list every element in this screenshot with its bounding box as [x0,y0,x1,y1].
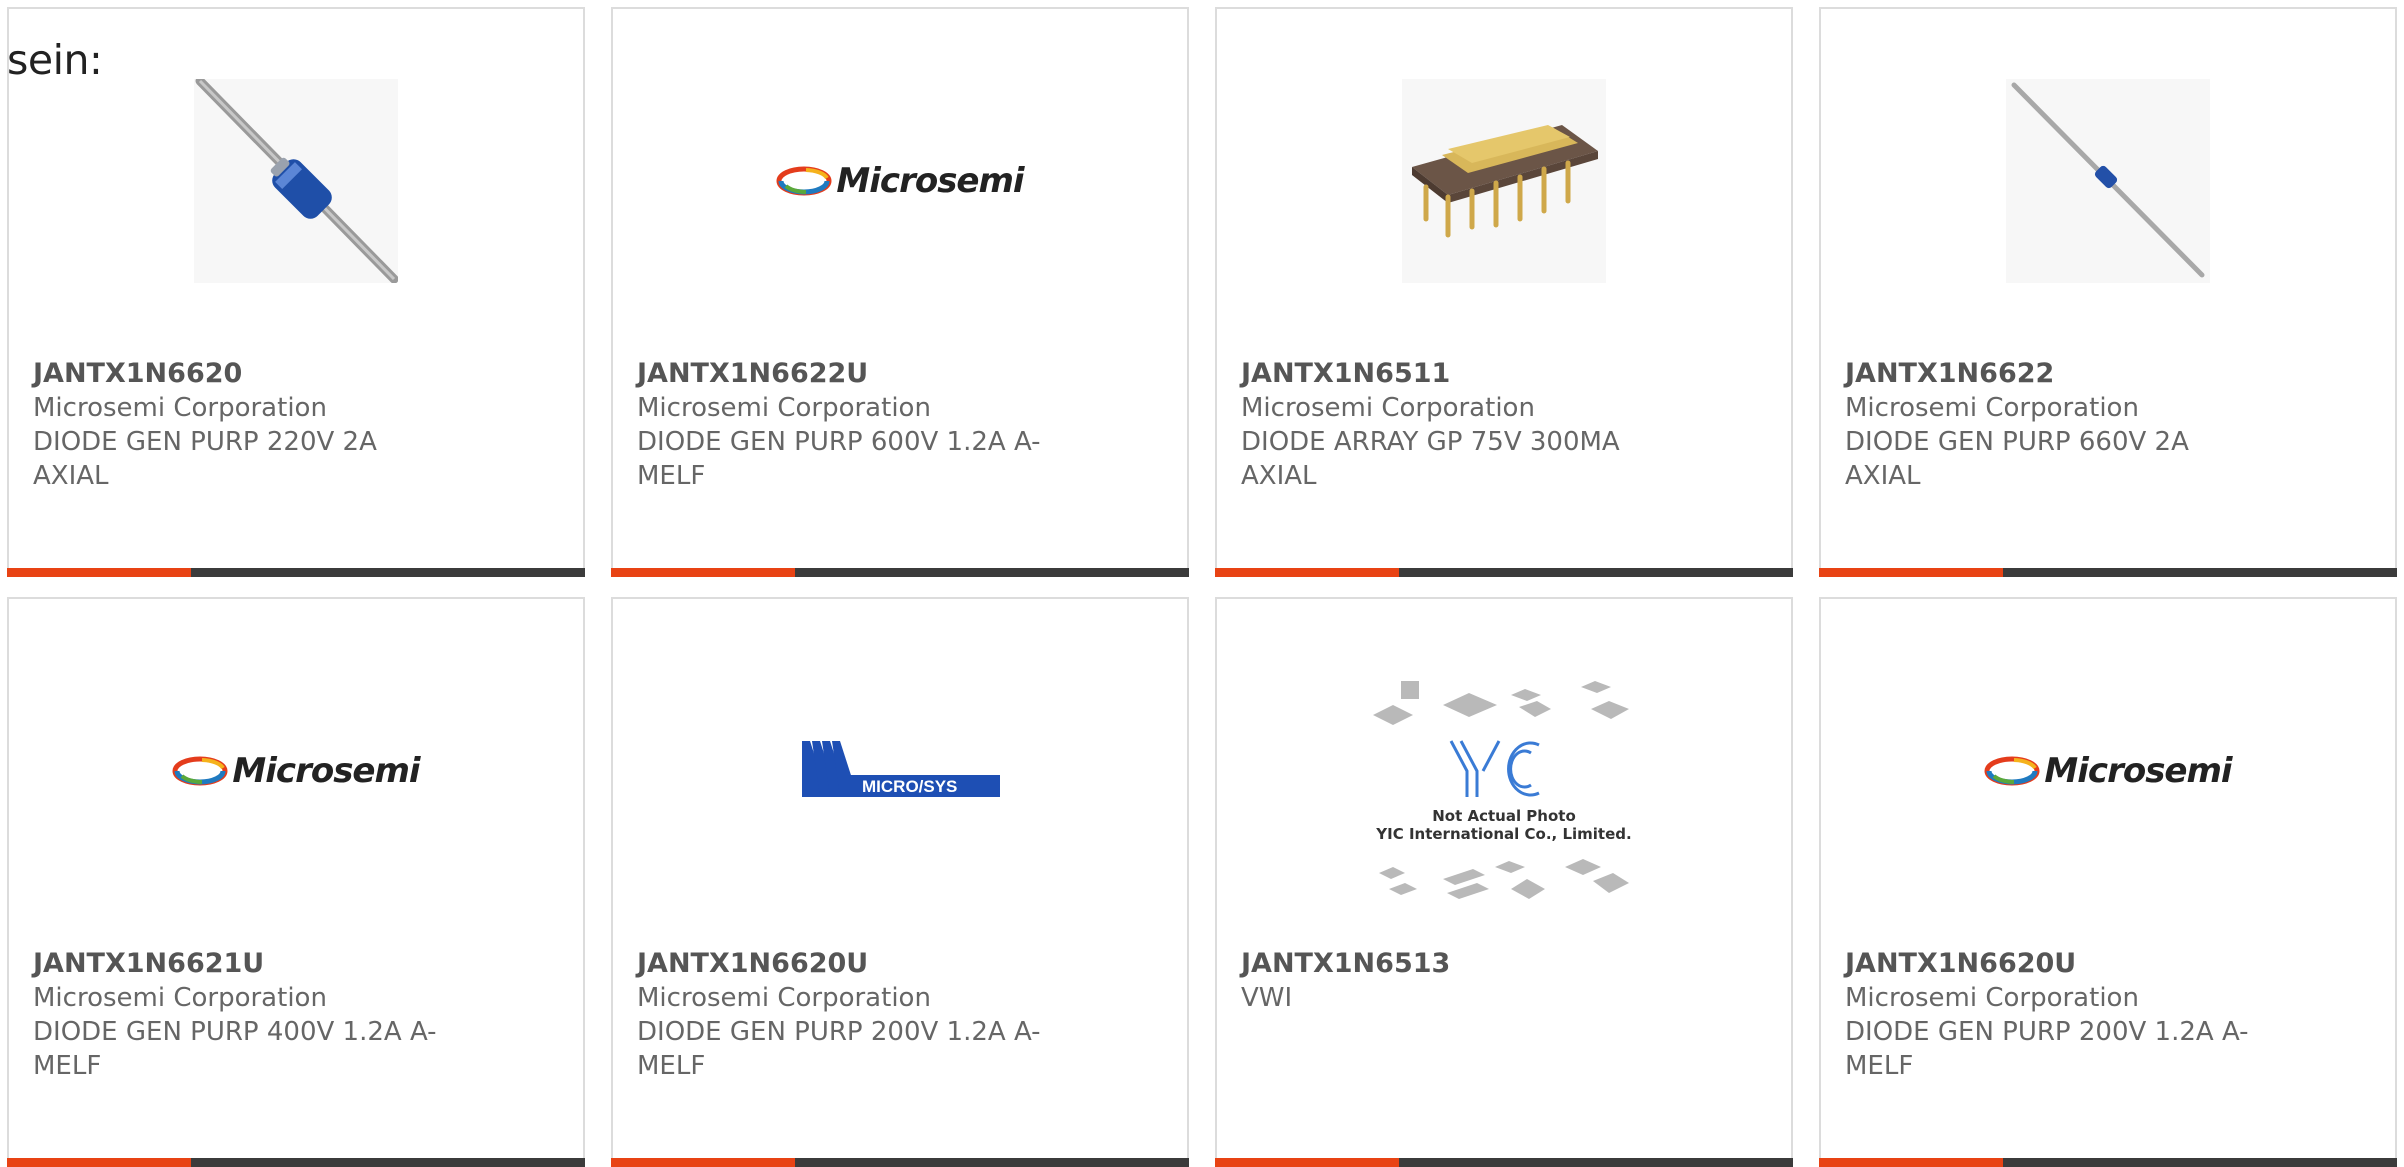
product-info: JANTX1N6620U Microsemi Corporation DIODE… [637,947,1057,1083]
part-number[interactable]: JANTX1N6622 [1845,357,2265,391]
product-card[interactable]: Microsemi JANTX1N6621U Microsemi Corpora… [7,597,585,1167]
product-info: JANTX1N6511 Microsemi Corporation DIODE … [1241,357,1661,493]
part-number[interactable]: JANTX1N6621U [33,947,453,981]
product-info: JANTX1N6622U Microsemi Corporation DIODE… [637,357,1057,493]
manufacturer: Microsemi Corporation [637,983,931,1013]
card-bar-accent [611,1158,795,1167]
logo-text: Microsemi [836,161,1024,201]
card-bar-accent [7,1158,191,1167]
product-card[interactable]: Microsemi JANTX1N6620U Microsemi Corpora… [1819,597,2397,1167]
card-bar [1215,1158,1793,1167]
card-bar-accent [1215,1158,1399,1167]
part-number[interactable]: JANTX1N6511 [1241,357,1661,391]
part-number[interactable]: JANTX1N6513 [1241,947,1661,981]
microsys-logo: MICRO/SYS [802,741,1000,797]
description: DIODE ARRAY GP 75V 300MA AXIAL [1241,427,1620,491]
product-card[interactable]: Not Actual Photo YIC International Co., … [1215,597,1793,1167]
product-image[interactable]: MICRO/SYS [798,669,1002,873]
product-info: JANTX1N6620 Microsemi Corporation DIODE … [33,357,453,493]
lead-text: sein: [7,36,103,84]
product-image[interactable]: Microsemi [776,79,1025,283]
card-bar-accent [611,568,795,577]
product-image[interactable]: Microsemi [1984,669,2233,873]
description: DIODE GEN PURP 200V 1.2A A-MELF [1845,1017,2249,1081]
manufacturer: Microsemi Corporation [1845,393,2139,423]
microsemi-ring-icon [172,756,228,786]
manufacturer: VWI [1241,983,1293,1013]
product-info: JANTX1N6620U Microsemi Corporation DIODE… [1845,947,2265,1083]
product-card[interactable]: Microsemi JANTX1N6622U Microsemi Corpora… [611,7,1189,577]
manufacturer: Microsemi Corporation [1241,393,1535,423]
product-image[interactable]: Microsemi [172,669,421,873]
description: DIODE GEN PURP 400V 1.2A A-MELF [33,1017,437,1081]
card-bar [7,1158,585,1167]
product-image[interactable] [1402,79,1606,283]
logo-text: Microsemi [232,751,420,791]
logo-text: Microsemi [2044,751,2232,791]
product-card[interactable]: JANTX1N6620 Microsemi Corporation DIODE … [7,7,585,577]
card-bar-accent [1215,568,1399,577]
description: DIODE GEN PURP 220V 2A AXIAL [33,427,377,491]
card-bar [611,568,1189,577]
product-info: JANTX1N6621U Microsemi Corporation DIODE… [33,947,453,1083]
description: DIODE GEN PURP 660V 2A AXIAL [1845,427,2189,491]
manufacturer: Microsemi Corporation [637,393,931,423]
product-image[interactable]: Not Actual Photo YIC International Co., … [1369,679,1639,919]
placeholder-photo-icon: Not Actual Photo YIC International Co., … [1373,681,1632,899]
card-bar-accent [1819,1158,2003,1167]
microsemi-logo: Microsemi [776,161,1025,201]
card-bar [1215,568,1793,577]
card-bar-accent [7,568,191,577]
product-info: JANTX1N6513 VWI [1241,947,1661,1015]
part-number[interactable]: JANTX1N6622U [637,357,1057,391]
card-bar [1819,568,2397,577]
part-number[interactable]: JANTX1N6620U [1845,947,2265,981]
card-bar [611,1158,1189,1167]
product-info: JANTX1N6622 Microsemi Corporation DIODE … [1845,357,2265,493]
product-image[interactable] [2006,79,2210,283]
card-bar [7,568,585,577]
axial-diode-icon [194,79,398,283]
placeholder-line-1: Not Actual Photo [1432,807,1576,825]
placeholder-line-2: YIC International Co., Limited. [1375,825,1631,843]
product-card[interactable]: JANTX1N6511 Microsemi Corporation DIODE … [1215,7,1793,577]
manufacturer: Microsemi Corporation [33,393,327,423]
microsemi-ring-icon [1984,756,2040,786]
part-number[interactable]: JANTX1N6620 [33,357,453,391]
microsemi-logo: Microsemi [1984,751,2233,791]
dip-package-icon [1402,79,1606,283]
thin-axial-diode-icon [2006,79,2210,283]
microsemi-logo: Microsemi [172,751,421,791]
microsys-logo-text: MICRO/SYS [862,777,957,796]
description: DIODE GEN PURP 200V 1.2A A-MELF [637,1017,1041,1081]
product-card[interactable]: JANTX1N6622 Microsemi Corporation DIODE … [1819,7,2397,577]
product-image[interactable] [194,79,398,283]
microsemi-ring-icon [776,166,832,196]
product-card[interactable]: MICRO/SYS JANTX1N6620U Microsemi Corpora… [611,597,1189,1167]
manufacturer: Microsemi Corporation [33,983,327,1013]
card-bar [1819,1158,2397,1167]
manufacturer: Microsemi Corporation [1845,983,2139,1013]
card-bar-accent [1819,568,2003,577]
description: DIODE GEN PURP 600V 1.2A A-MELF [637,427,1041,491]
part-number[interactable]: JANTX1N6620U [637,947,1057,981]
